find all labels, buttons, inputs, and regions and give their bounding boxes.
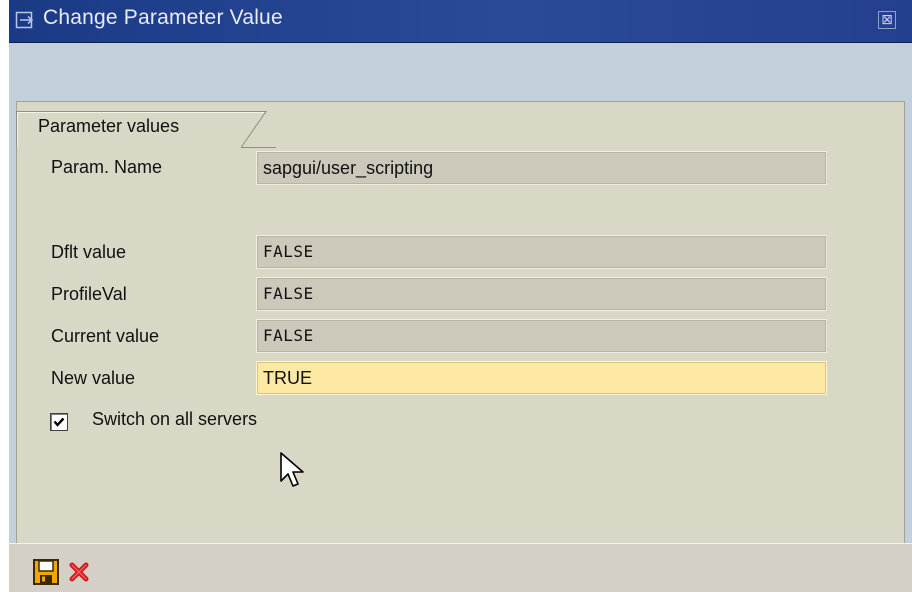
checkmark-icon — [53, 417, 65, 427]
dialog-window: Change Parameter Value ⊠ Parameter value… — [9, 0, 912, 592]
switch-all-servers-checkbox[interactable] — [50, 413, 68, 431]
mouse-pointer-icon — [280, 452, 304, 487]
window-title: Change Parameter Value — [43, 6, 283, 29]
save-icon[interactable] — [32, 558, 60, 586]
title-bar[interactable]: Change Parameter Value ⊠ — [9, 0, 912, 43]
profile-value-field[interactable]: FALSE — [256, 277, 827, 311]
default-value-field[interactable]: FALSE — [256, 235, 827, 269]
param-name-field[interactable]: sapgui/user_scripting — [256, 151, 827, 185]
current-value-label: Current value — [51, 326, 160, 346]
current-value-field[interactable]: FALSE — [256, 319, 827, 353]
new-value-label: New value — [51, 368, 136, 388]
profile-value-label: ProfileVal — [51, 284, 127, 304]
parameter-window-icon — [15, 11, 34, 29]
dialog-toolbar — [9, 543, 912, 592]
new-value-input[interactable]: TRUE — [256, 361, 827, 395]
tab-parameter-values[interactable]: Parameter values — [16, 111, 276, 148]
close-icon[interactable]: ⊠ — [878, 11, 896, 29]
dialog-content: Parameter values Param. Name sapgui/user… — [9, 43, 912, 552]
cancel-icon[interactable] — [65, 558, 93, 586]
default-value-label: Dflt value — [51, 242, 127, 262]
switch-all-servers-label: Switch on all servers — [92, 409, 258, 429]
param-name-label: Param. Name — [51, 157, 163, 177]
tab-label: Parameter values — [38, 116, 180, 136]
